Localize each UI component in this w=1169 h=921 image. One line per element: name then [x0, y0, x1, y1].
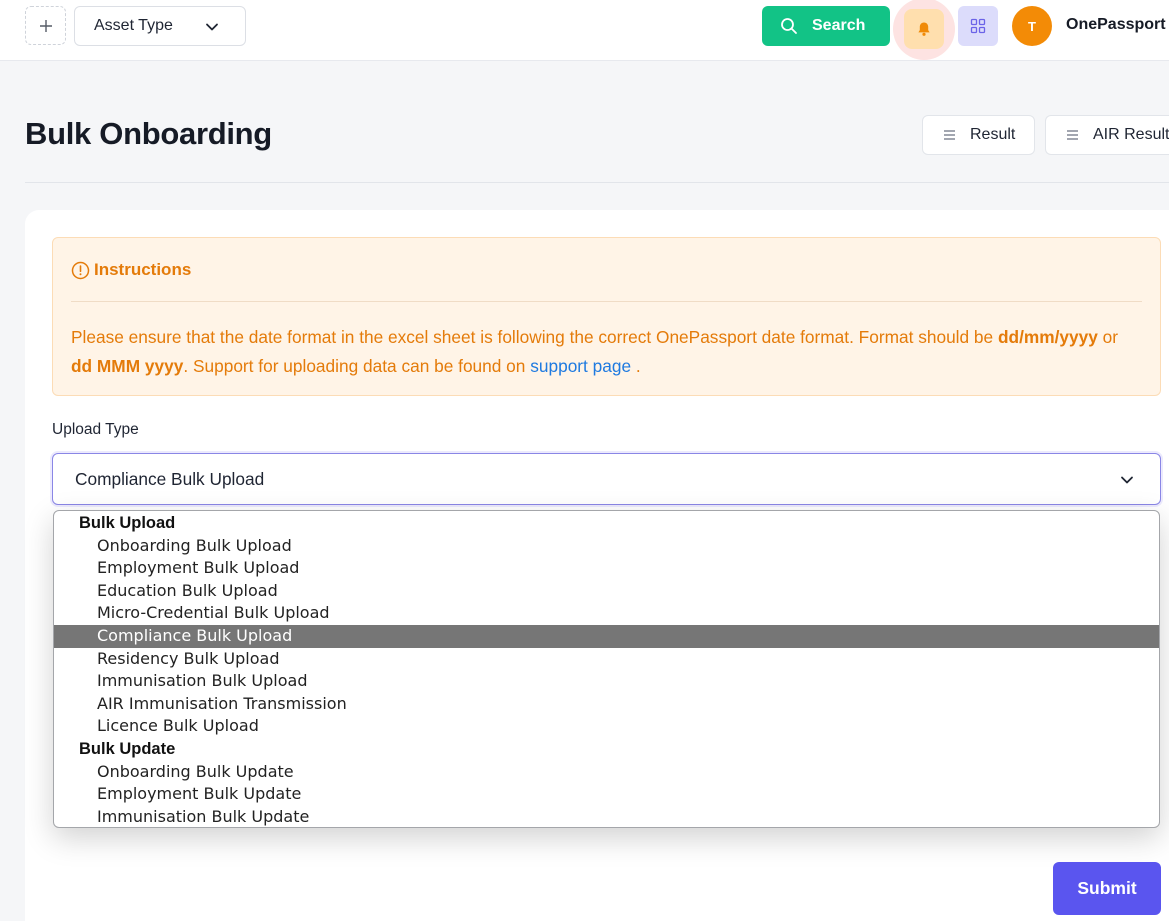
upload-type-options: Bulk Upload Onboarding Bulk Upload Emplo… — [53, 510, 1160, 828]
notifications-button[interactable] — [904, 9, 944, 49]
optgroup-bulk-update: Bulk Update — [79, 739, 176, 758]
option-employment-bulk-update[interactable]: Employment Bulk Update — [54, 783, 1159, 806]
date-format-1: dd/mm/yyyy — [997, 327, 1098, 347]
bell-icon — [918, 22, 930, 36]
plus-icon — [39, 19, 52, 32]
upload-type-value: Compliance Bulk Upload — [75, 468, 265, 489]
optgroup-bulk-upload: Bulk Upload — [79, 514, 176, 532]
instructions-heading: Instructions — [71, 260, 191, 280]
option-immunisation-bulk-upload[interactable]: Immunisation Bulk Upload — [54, 670, 1159, 693]
option-micro-credential-bulk-upload[interactable]: Micro-Credential Bulk Upload — [54, 602, 1159, 625]
asset-type-value: Asset Type — [94, 17, 173, 34]
option-compliance-bulk-upload[interactable]: Compliance Bulk Upload — [54, 624, 1159, 648]
date-format-2: dd MMM yyyy — [71, 356, 184, 376]
notification-highlight — [893, 0, 955, 60]
air-result-button[interactable]: AIR Result — [1045, 115, 1169, 155]
search-icon — [780, 17, 798, 35]
instructions-or: or — [1097, 327, 1119, 347]
support-page-link[interactable]: support page — [530, 356, 631, 376]
instructions-divider — [71, 301, 1142, 302]
instructions-text: Please ensure that the date format in th… — [71, 323, 1141, 381]
result-label: Result — [970, 126, 1016, 143]
menu-icon — [943, 129, 956, 141]
search-button[interactable]: Search — [762, 6, 890, 46]
brand-name[interactable]: OnePassport — [1066, 16, 1166, 34]
option-education-bulk-upload[interactable]: Education Bulk Upload — [54, 580, 1159, 603]
chevron-down-icon — [1121, 476, 1133, 484]
alert-circle-icon — [71, 261, 90, 280]
option-air-immunisation-transmission[interactable]: AIR Immunisation Transmission — [54, 693, 1159, 716]
search-label: Search — [812, 17, 866, 34]
result-button[interactable]: Result — [922, 115, 1035, 155]
asset-type-select[interactable]: Asset Type — [74, 6, 246, 46]
option-onboarding-bulk-upload[interactable]: Onboarding Bulk Upload — [54, 535, 1159, 558]
instructions-text-1: Please ensure that the date format in th… — [71, 327, 998, 347]
upload-type-label: Upload Type — [52, 421, 139, 438]
apps-button[interactable] — [958, 6, 998, 46]
chevron-down-icon — [206, 23, 218, 31]
option-employment-bulk-upload[interactable]: Employment Bulk Upload — [54, 557, 1159, 580]
avatar[interactable]: T — [1012, 6, 1052, 46]
air-result-label: AIR Result — [1093, 126, 1169, 143]
instructions-text-2: . Support for uploading data can be foun… — [183, 356, 531, 376]
grid-icon — [970, 18, 986, 34]
top-bar: Asset Type Search T OnePassport — [0, 0, 1169, 61]
header-divider — [25, 182, 1169, 183]
option-residency-bulk-upload[interactable]: Residency Bulk Upload — [54, 648, 1159, 671]
upload-type-select[interactable]: Compliance Bulk Upload — [52, 453, 1161, 505]
add-button[interactable] — [25, 6, 66, 45]
option-immunisation-bulk-update[interactable]: Immunisation Bulk Update — [54, 806, 1159, 827]
instructions-panel: Instructions Please ensure that the date… — [52, 237, 1161, 396]
instructions-text-3: . — [631, 356, 641, 376]
page-title: Bulk Onboarding — [25, 116, 272, 151]
submit-button[interactable]: Submit — [1053, 862, 1161, 915]
instructions-title: Instructions — [94, 260, 192, 279]
menu-icon — [1066, 129, 1079, 141]
option-licence-bulk-upload[interactable]: Licence Bulk Upload — [54, 715, 1159, 738]
option-onboarding-bulk-update[interactable]: Onboarding Bulk Update — [54, 761, 1159, 784]
